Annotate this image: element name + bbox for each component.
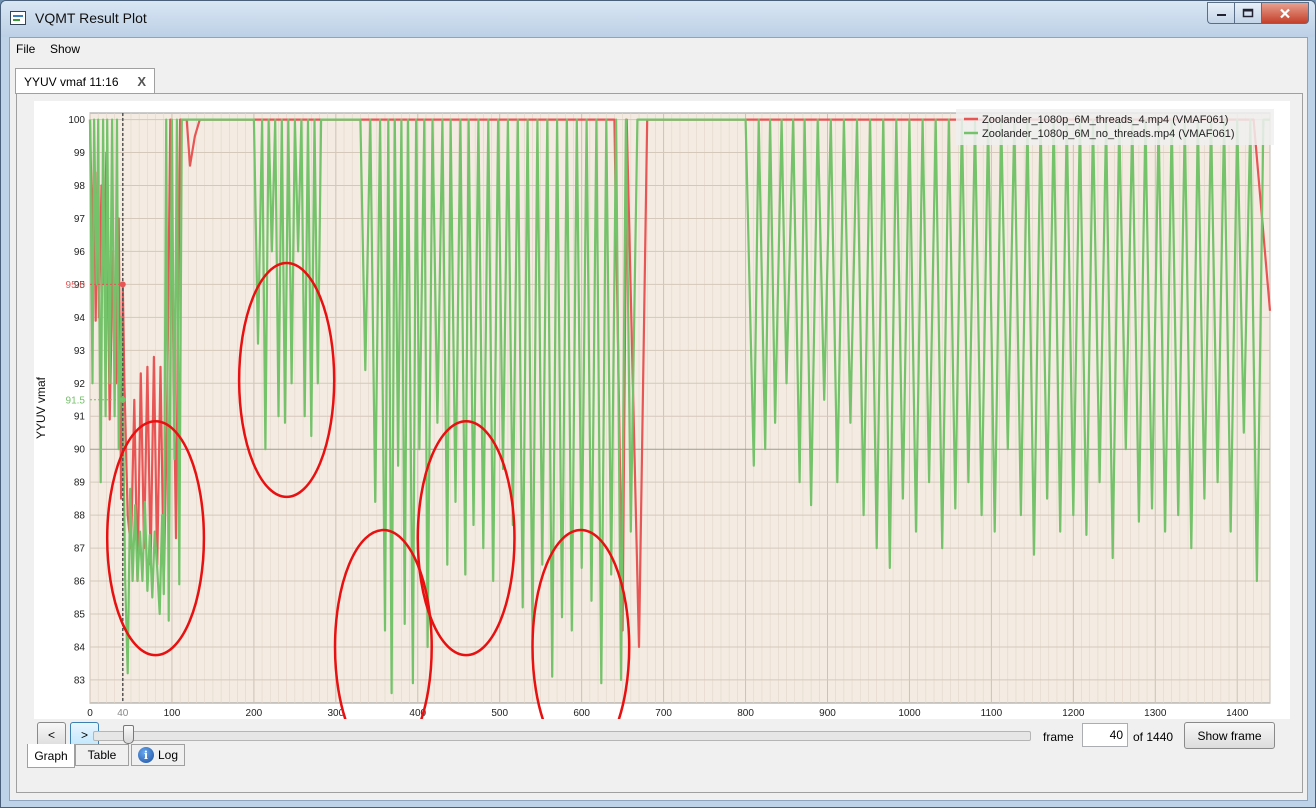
plot-area[interactable]: 0 100 200 300 400 500 600 700 800 900 1000 1100 1200…	[34, 101, 1290, 719]
info-icon: i	[137, 747, 154, 763]
legend-entry: Zoolander_1080p_6M_threads_4.mp4 (VMAF06…	[982, 114, 1228, 126]
frame-count-label: of 1440	[1133, 730, 1174, 744]
y-tick-label: 100	[68, 115, 85, 126]
vmaf-line-chart[interactable]: 0 100 200 300 400 500 600 700 800 900 1000 1100 1200…	[34, 101, 1290, 719]
menu-show[interactable]: Show	[50, 42, 80, 56]
maximize-button[interactable]	[1234, 2, 1261, 24]
y-axis-label: YYUV vmaf	[34, 376, 48, 439]
cursor-green-value-label: 91.5	[66, 395, 86, 406]
cursor-red-value-label: 95.0	[66, 280, 86, 291]
y-tick-label: 85	[74, 610, 86, 621]
cursor-green-marker	[119, 396, 126, 403]
frame-slider-handle[interactable]	[122, 725, 134, 744]
minimize-icon	[1216, 14, 1226, 16]
y-tick-label: 88	[74, 511, 86, 522]
tab-table[interactable]: Table	[75, 744, 129, 766]
close-button[interactable]	[1261, 2, 1309, 24]
y-tick-label: 93	[74, 346, 86, 357]
client-area: File Show YYUV vmaf 11:16 X 0 100 200 300 40…	[9, 37, 1308, 801]
tab-label: YYUV vmaf 11:16	[24, 75, 119, 89]
y-tick-label: 87	[74, 544, 86, 555]
tab-close-icon[interactable]: X	[137, 74, 146, 89]
vqmt-result-plot-window: VQMT Result Plot File Show YYUV vmaf 11:…	[0, 0, 1316, 808]
maximize-icon	[1242, 8, 1254, 18]
document-tabs: YYUV vmaf 11:16 X	[10, 60, 1307, 94]
cursor-red-marker	[119, 281, 126, 288]
legend: Zoolander_1080p_6M_threads_4.mp4 (VMAF06…	[956, 109, 1274, 145]
frame-number-input[interactable]	[1082, 723, 1128, 747]
y-tick-label: 84	[74, 642, 86, 653]
y-tick-label: 99	[74, 148, 86, 159]
y-tick-label: 97	[74, 214, 86, 225]
show-frame-button[interactable]: Show frame	[1184, 722, 1275, 749]
y-tick-label: 91	[74, 412, 86, 423]
tab-yyuv-vmaf[interactable]: YYUV vmaf 11:16 X	[15, 68, 155, 94]
close-icon	[1280, 8, 1290, 18]
tab-table-label: Table	[87, 748, 117, 762]
y-tick-label: 90	[74, 445, 86, 456]
frame-label: frame	[1043, 730, 1074, 744]
y-tick-label: 94	[74, 313, 86, 324]
y-tick-label: 89	[74, 478, 86, 489]
window-title: VQMT Result Plot	[35, 10, 147, 26]
tab-graph[interactable]: Graph	[27, 744, 75, 768]
window-controls	[1207, 2, 1309, 24]
menu-bar: File Show	[10, 38, 1307, 60]
title-bar[interactable]: VQMT Result Plot	[1, 1, 1315, 37]
y-tick-label: 83	[74, 675, 86, 686]
tab-log[interactable]: i Log	[131, 744, 185, 766]
menu-file[interactable]: File	[16, 42, 35, 56]
y-tick-label: 96	[74, 247, 86, 258]
graph-panel: 0 100 200 300 400 500 600 700 800 900 1000 1100 1200…	[16, 93, 1303, 793]
frame-slider[interactable]	[93, 731, 1031, 741]
app-icon	[10, 11, 26, 25]
tab-log-label: Log	[157, 748, 179, 762]
y-tick-label: 86	[74, 577, 86, 588]
frame-controls: < > frame of 1440 Show frame	[17, 716, 1302, 756]
tab-graph-label: Graph	[34, 748, 68, 763]
y-tick-label: 92	[74, 379, 86, 390]
y-tick-label: 98	[74, 181, 86, 192]
minimize-button[interactable]	[1207, 2, 1234, 24]
legend-entry: Zoolander_1080p_6M_no_threads.mp4 (VMAF0…	[982, 128, 1235, 140]
